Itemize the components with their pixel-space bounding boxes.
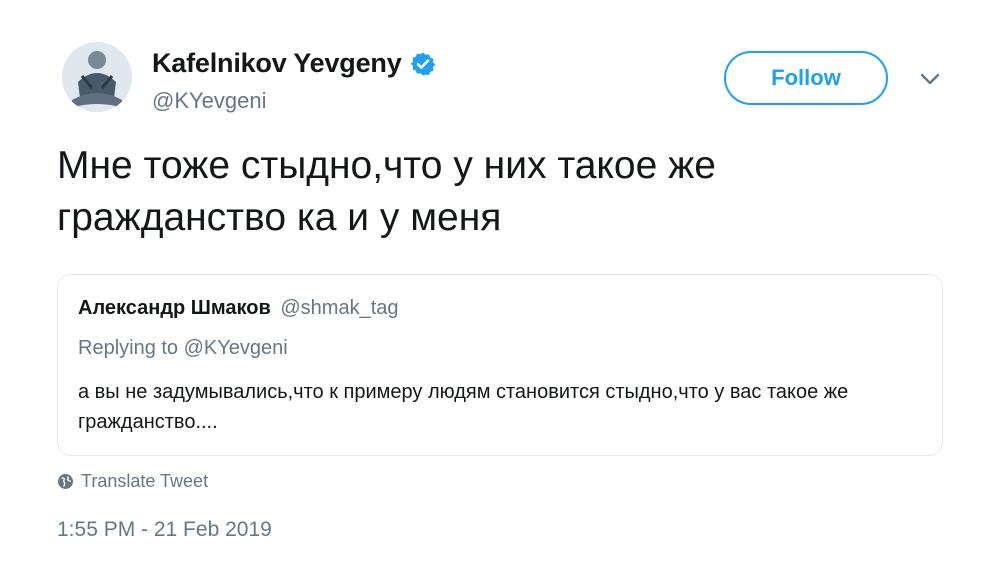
quoted-author-handle: @shmak_tag: [280, 297, 399, 319]
avatar-image: [62, 42, 132, 112]
author-name-row: Kafelnikov Yevgeny: [152, 48, 436, 79]
quoted-tweet-card[interactable]: Александр Шмаков @shmak_tag Replying to …: [57, 274, 943, 456]
quoted-replying-to: Replying to @KYevgeni: [78, 337, 288, 359]
quoted-tweet-header: Александр Шмаков @shmak_tag: [78, 297, 399, 320]
tweet-text: Мне тоже стыдно,что у них такое же гражд…: [57, 144, 716, 239]
translate-tweet-link[interactable]: Translate Tweet: [57, 471, 208, 492]
follow-button[interactable]: Follow: [724, 51, 888, 105]
translate-label: Translate Tweet: [81, 471, 209, 491]
author-handle[interactable]: @KYevgeni: [152, 88, 267, 114]
quoted-tweet-text: а вы не задумывались,что к примеру людям…: [78, 381, 849, 433]
author-display-name[interactable]: Kafelnikov Yevgeny: [152, 48, 402, 79]
avatar[interactable]: [62, 42, 132, 112]
chevron-down-icon[interactable]: [918, 70, 942, 88]
quoted-author-name: Александр Шмаков: [78, 297, 271, 319]
globe-icon: [57, 473, 74, 490]
tweet-timestamp[interactable]: 1:55 PM - 21 Feb 2019: [57, 518, 272, 542]
verified-badge-icon: [410, 51, 436, 77]
